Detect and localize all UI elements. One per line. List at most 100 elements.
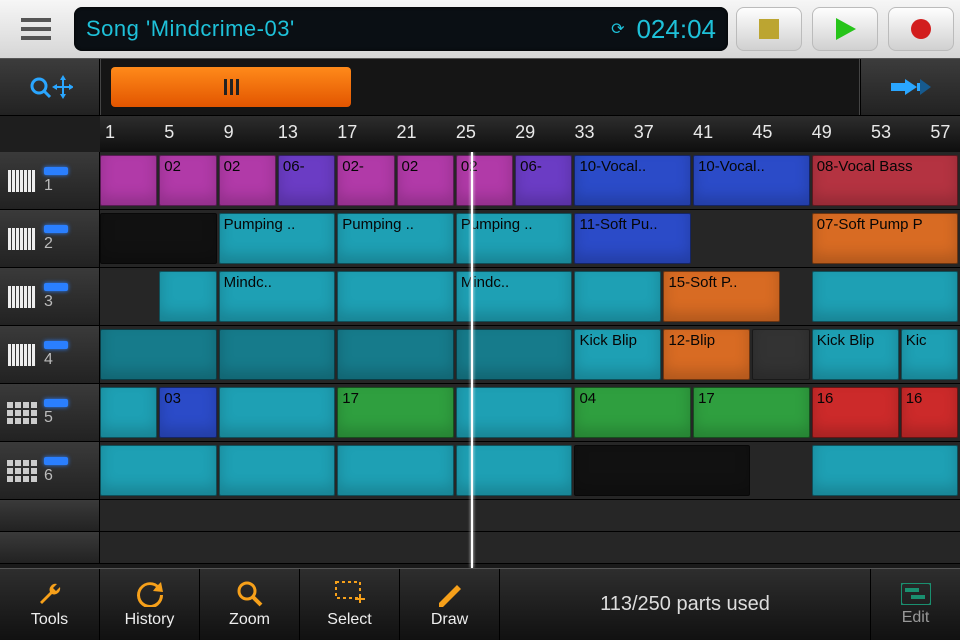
clip[interactable] bbox=[159, 271, 216, 322]
menu-button[interactable] bbox=[6, 9, 66, 49]
clip[interactable] bbox=[574, 271, 661, 322]
wrench-icon bbox=[37, 581, 63, 607]
ruler-tick: 53 bbox=[861, 122, 901, 143]
clip[interactable]: 10-Vocal.. bbox=[693, 155, 810, 206]
stop-button[interactable] bbox=[736, 7, 802, 51]
clip[interactable] bbox=[574, 445, 750, 496]
clip[interactable]: 06- bbox=[278, 155, 335, 206]
track-header[interactable]: 5 bbox=[0, 384, 100, 441]
zoom-move-icon bbox=[27, 72, 73, 102]
track-lane[interactable]: Pumping ..Pumping ..Pumping ..11-Soft Pu… bbox=[100, 210, 960, 267]
clip[interactable] bbox=[812, 271, 958, 322]
clip[interactable]: 02 bbox=[456, 155, 513, 206]
track-lane[interactable]: Kick Blip12-BlipKick BlipKic bbox=[100, 326, 960, 383]
track-header[interactable]: 4 bbox=[0, 326, 100, 383]
history-button[interactable]: History bbox=[100, 569, 200, 640]
clip[interactable] bbox=[100, 213, 217, 264]
zoom-move-tool[interactable] bbox=[0, 59, 100, 115]
volume-indicator bbox=[44, 167, 68, 175]
clip[interactable]: Pumping .. bbox=[219, 213, 336, 264]
record-button[interactable] bbox=[888, 7, 954, 51]
tracks-area[interactable]: 1020206-02-020206-10-Vocal..10-Vocal..08… bbox=[0, 152, 960, 568]
clip[interactable]: 16 bbox=[901, 387, 958, 438]
track-header[interactable]: 2 bbox=[0, 210, 100, 267]
track-header[interactable]: 6 bbox=[0, 442, 100, 499]
clip[interactable]: Mindc.. bbox=[456, 271, 573, 322]
clip[interactable]: 02 bbox=[397, 155, 454, 206]
clip[interactable]: Pumping .. bbox=[337, 213, 454, 264]
clip[interactable]: 10-Vocal.. bbox=[574, 155, 691, 206]
track-header[interactable]: 3 bbox=[0, 268, 100, 325]
ruler-tick: 29 bbox=[505, 122, 545, 143]
piano-icon bbox=[4, 226, 40, 252]
tools-button[interactable]: Tools bbox=[0, 569, 100, 640]
clip[interactable]: 02 bbox=[219, 155, 276, 206]
clip[interactable] bbox=[337, 271, 454, 322]
track-row: 2Pumping ..Pumping ..Pumping ..11-Soft P… bbox=[0, 210, 960, 268]
track-lane[interactable]: 020206-02-020206-10-Vocal..10-Vocal..08-… bbox=[100, 152, 960, 209]
select-icon bbox=[335, 581, 365, 607]
clip[interactable]: Kick Blip bbox=[812, 329, 899, 380]
clip[interactable]: 03 bbox=[159, 387, 216, 438]
clip[interactable] bbox=[100, 445, 217, 496]
clip[interactable]: 02- bbox=[337, 155, 394, 206]
song-overview[interactable] bbox=[100, 59, 860, 115]
track-header-empty bbox=[0, 500, 100, 531]
nav-forward-button[interactable] bbox=[860, 59, 960, 115]
clip[interactable]: 06- bbox=[515, 155, 572, 206]
clip[interactable]: Mindc.. bbox=[219, 271, 336, 322]
clip[interactable] bbox=[337, 329, 454, 380]
play-icon bbox=[834, 18, 856, 40]
playhead[interactable] bbox=[471, 152, 473, 568]
track-lane-empty bbox=[100, 500, 960, 531]
select-button[interactable]: Select bbox=[300, 569, 400, 640]
clip[interactable]: Kick Blip bbox=[574, 329, 661, 380]
ruler-tick: 25 bbox=[446, 122, 486, 143]
zoom-button[interactable]: Zoom bbox=[200, 569, 300, 640]
clip[interactable] bbox=[456, 445, 573, 496]
transport-controls bbox=[736, 7, 954, 51]
clip[interactable]: 17 bbox=[693, 387, 810, 438]
piano-icon bbox=[4, 342, 40, 368]
clip[interactable]: 04 bbox=[574, 387, 691, 438]
tools-label: Tools bbox=[31, 611, 68, 629]
track-row-empty bbox=[0, 500, 960, 532]
track-lane[interactable]: Mindc.. Mindc.. 15-Soft P.. bbox=[100, 268, 960, 325]
edit-button[interactable]: Edit bbox=[870, 569, 960, 640]
clip[interactable] bbox=[219, 329, 336, 380]
ruler-tick: 1 bbox=[90, 122, 130, 143]
track-row-empty bbox=[0, 532, 960, 564]
draw-button[interactable]: Draw bbox=[400, 569, 500, 640]
clip[interactable]: 08-Vocal Bass bbox=[812, 155, 958, 206]
clip[interactable] bbox=[100, 329, 217, 380]
clip[interactable] bbox=[456, 329, 573, 380]
track-lane[interactable]: 031704171616 bbox=[100, 384, 960, 441]
clip[interactable] bbox=[752, 329, 809, 380]
clip[interactable]: 17 bbox=[337, 387, 454, 438]
status-parts-used: 113/250 parts used bbox=[500, 569, 870, 640]
song-display[interactable]: Song 'Mindcrime-03' ⟳ 024:04 bbox=[74, 7, 728, 51]
clip[interactable] bbox=[219, 445, 336, 496]
overview-viewport[interactable] bbox=[111, 67, 351, 107]
clip[interactable] bbox=[100, 155, 157, 206]
track-header[interactable]: 1 bbox=[0, 152, 100, 209]
bar-ruler[interactable]: 159131721252933374145495357 bbox=[100, 116, 960, 152]
clip[interactable] bbox=[100, 387, 157, 438]
clip[interactable]: 11-Soft Pu.. bbox=[574, 213, 691, 264]
clip[interactable]: 07-Soft Pump P bbox=[812, 213, 958, 264]
track-lane[interactable] bbox=[100, 442, 960, 499]
clip[interactable]: 02 bbox=[159, 155, 216, 206]
clip[interactable] bbox=[812, 445, 958, 496]
play-button[interactable] bbox=[812, 7, 878, 51]
clip[interactable]: 15-Soft P.. bbox=[663, 271, 780, 322]
clip[interactable] bbox=[337, 445, 454, 496]
clip[interactable]: Kic bbox=[901, 329, 958, 380]
ruler-row: 159131721252933374145495357 bbox=[0, 116, 960, 152]
ruler-tick: 41 bbox=[683, 122, 723, 143]
clip[interactable]: 12-Blip bbox=[663, 329, 750, 380]
track-number: 2 bbox=[44, 235, 53, 253]
clip[interactable]: Pumping .. bbox=[456, 213, 573, 264]
clip[interactable] bbox=[456, 387, 573, 438]
clip[interactable] bbox=[219, 387, 336, 438]
clip[interactable]: 16 bbox=[812, 387, 899, 438]
